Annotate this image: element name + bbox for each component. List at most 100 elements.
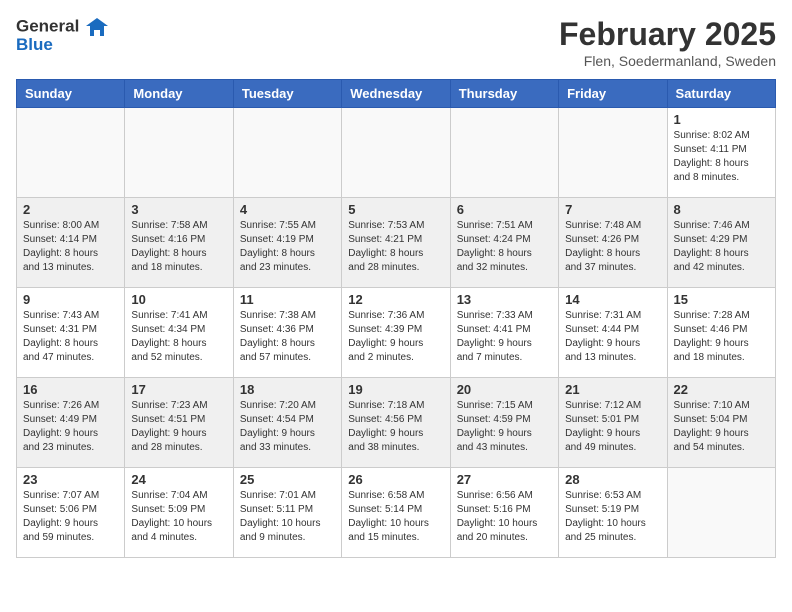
logo-blue: Blue: [16, 36, 108, 55]
logo-bird-icon: [86, 16, 108, 38]
day-number: 23: [23, 472, 118, 487]
calendar-day-cell: 9 Sunrise: 7:43 AM Sunset: 4:31 PM Daylig…: [17, 288, 125, 378]
day-info: Sunrise: 7:48 AM Sunset: 4:26 PM Dayligh…: [565, 219, 660, 275]
calendar-day-cell: 21 Sunrise: 7:12 AM Sunset: 5:01 PM Dayli…: [559, 378, 667, 468]
day-info: Sunrise: 7:51 AM Sunset: 4:24 PM Dayligh…: [457, 219, 552, 275]
day-info: Sunrise: 7:10 AM Sunset: 5:04 PM Dayligh…: [674, 399, 769, 455]
day-info: Sunrise: 7:12 AM Sunset: 5:01 PM Dayligh…: [565, 399, 660, 455]
day-number: 7: [565, 202, 660, 217]
logo: General Blue: [16, 16, 108, 55]
day-info: Sunrise: 7:38 AM Sunset: 4:36 PM Dayligh…: [240, 309, 335, 365]
month-title: February 2025: [559, 16, 776, 53]
calendar-day-cell: 7 Sunrise: 7:48 AM Sunset: 4:26 PM Daylig…: [559, 198, 667, 288]
day-info: Sunrise: 8:00 AM Sunset: 4:14 PM Dayligh…: [23, 219, 118, 275]
calendar-day-cell: 18 Sunrise: 7:20 AM Sunset: 4:54 PM Dayli…: [233, 378, 341, 468]
calendar-day-cell: 4 Sunrise: 7:55 AM Sunset: 4:19 PM Daylig…: [233, 198, 341, 288]
day-number: 6: [457, 202, 552, 217]
day-number: 4: [240, 202, 335, 217]
weekday-header: Saturday: [667, 80, 775, 108]
calendar-day-cell: [559, 108, 667, 198]
calendar-day-cell: 2 Sunrise: 8:00 AM Sunset: 4:14 PM Daylig…: [17, 198, 125, 288]
calendar-day-cell: [17, 108, 125, 198]
day-number: 2: [23, 202, 118, 217]
calendar-week-row: 9 Sunrise: 7:43 AM Sunset: 4:31 PM Daylig…: [17, 288, 776, 378]
calendar-day-cell: 6 Sunrise: 7:51 AM Sunset: 4:24 PM Daylig…: [450, 198, 558, 288]
day-info: Sunrise: 6:56 AM Sunset: 5:16 PM Dayligh…: [457, 489, 552, 545]
calendar-day-cell: 19Sunrise: 7:18 AM Sunset: 4:56 PM Dayli…: [342, 378, 450, 468]
calendar-day-cell: 11Sunrise: 7:38 AM Sunset: 4:36 PM Dayli…: [233, 288, 341, 378]
day-number: 14: [565, 292, 660, 307]
day-number: 28: [565, 472, 660, 487]
calendar-week-row: 2 Sunrise: 8:00 AM Sunset: 4:14 PM Daylig…: [17, 198, 776, 288]
day-number: 17: [131, 382, 226, 397]
day-info: Sunrise: 7:26 AM Sunset: 4:49 PM Dayligh…: [23, 399, 118, 455]
weekday-header: Wednesday: [342, 80, 450, 108]
calendar-week-row: 1 Sunrise: 8:02 AM Sunset: 4:11 PM Daylig…: [17, 108, 776, 198]
calendar-day-cell: 25 Sunrise: 7:01 AM Sunset: 5:11 PM Dayli…: [233, 468, 341, 558]
calendar-day-cell: 13Sunrise: 7:33 AM Sunset: 4:41 PM Dayli…: [450, 288, 558, 378]
day-number: 18: [240, 382, 335, 397]
day-info: Sunrise: 7:53 AM Sunset: 4:21 PM Dayligh…: [348, 219, 443, 275]
calendar-day-cell: 15Sunrise: 7:28 AM Sunset: 4:46 PM Dayli…: [667, 288, 775, 378]
day-number: 21: [565, 382, 660, 397]
day-info: Sunrise: 6:53 AM Sunset: 5:19 PM Dayligh…: [565, 489, 660, 545]
day-number: 5: [348, 202, 443, 217]
day-info: Sunrise: 7:15 AM Sunset: 4:59 PM Dayligh…: [457, 399, 552, 455]
day-number: 26: [348, 472, 443, 487]
weekday-header: Monday: [125, 80, 233, 108]
day-number: 16: [23, 382, 118, 397]
day-number: 22: [674, 382, 769, 397]
day-number: 12: [348, 292, 443, 307]
day-number: 3: [131, 202, 226, 217]
day-info: Sunrise: 7:23 AM Sunset: 4:51 PM Dayligh…: [131, 399, 226, 455]
calendar-day-cell: 1 Sunrise: 8:02 AM Sunset: 4:11 PM Daylig…: [667, 108, 775, 198]
weekday-header-row: SundayMondayTuesdayWednesdayThursdayFrid…: [17, 80, 776, 108]
calendar-day-cell: 12 Sunrise: 7:36 AM Sunset: 4:39 PM Dayli…: [342, 288, 450, 378]
day-number: 20: [457, 382, 552, 397]
weekday-header: Tuesday: [233, 80, 341, 108]
header: General Blue February 2025 Flen, Soederm…: [16, 16, 776, 69]
day-info: Sunrise: 6:58 AM Sunset: 5:14 PM Dayligh…: [348, 489, 443, 545]
calendar-day-cell: 28 Sunrise: 6:53 AM Sunset: 5:19 PM Dayli…: [559, 468, 667, 558]
calendar-day-cell: 27Sunrise: 6:56 AM Sunset: 5:16 PM Dayli…: [450, 468, 558, 558]
calendar-day-cell: [342, 108, 450, 198]
day-number: 9: [23, 292, 118, 307]
weekday-header: Thursday: [450, 80, 558, 108]
calendar-day-cell: [450, 108, 558, 198]
day-number: 13: [457, 292, 552, 307]
day-number: 25: [240, 472, 335, 487]
day-info: Sunrise: 7:01 AM Sunset: 5:11 PM Dayligh…: [240, 489, 335, 545]
day-number: 1: [674, 112, 769, 127]
day-info: Sunrise: 7:20 AM Sunset: 4:54 PM Dayligh…: [240, 399, 335, 455]
calendar-day-cell: 5 Sunrise: 7:53 AM Sunset: 4:21 PM Daylig…: [342, 198, 450, 288]
day-info: Sunrise: 7:43 AM Sunset: 4:31 PM Dayligh…: [23, 309, 118, 365]
day-info: Sunrise: 7:04 AM Sunset: 5:09 PM Dayligh…: [131, 489, 226, 545]
calendar-table: SundayMondayTuesdayWednesdayThursdayFrid…: [16, 79, 776, 558]
day-number: 10: [131, 292, 226, 307]
calendar-day-cell: 10Sunrise: 7:41 AM Sunset: 4:34 PM Dayli…: [125, 288, 233, 378]
calendar-day-cell: [233, 108, 341, 198]
calendar-day-cell: 14 Sunrise: 7:31 AM Sunset: 4:44 PM Dayli…: [559, 288, 667, 378]
calendar-day-cell: 20 Sunrise: 7:15 AM Sunset: 4:59 PM Dayli…: [450, 378, 558, 468]
day-info: Sunrise: 7:31 AM Sunset: 4:44 PM Dayligh…: [565, 309, 660, 365]
calendar-day-cell: 17 Sunrise: 7:23 AM Sunset: 4:51 PM Dayli…: [125, 378, 233, 468]
location-title: Flen, Soedermanland, Sweden: [559, 53, 776, 69]
day-info: Sunrise: 7:28 AM Sunset: 4:46 PM Dayligh…: [674, 309, 769, 365]
calendar-day-cell: [125, 108, 233, 198]
calendar-week-row: 23 Sunrise: 7:07 AM Sunset: 5:06 PM Dayli…: [17, 468, 776, 558]
calendar-day-cell: 26 Sunrise: 6:58 AM Sunset: 5:14 PM Dayli…: [342, 468, 450, 558]
title-area: February 2025 Flen, Soedermanland, Swede…: [559, 16, 776, 69]
calendar-day-cell: 24 Sunrise: 7:04 AM Sunset: 5:09 PM Dayli…: [125, 468, 233, 558]
day-number: 24: [131, 472, 226, 487]
day-info: Sunrise: 7:18 AM Sunset: 4:56 PM Dayligh…: [348, 399, 443, 455]
day-info: Sunrise: 7:46 AM Sunset: 4:29 PM Dayligh…: [674, 219, 769, 275]
day-number: 8: [674, 202, 769, 217]
day-info: Sunrise: 7:36 AM Sunset: 4:39 PM Dayligh…: [348, 309, 443, 365]
day-info: Sunrise: 8:02 AM Sunset: 4:11 PM Dayligh…: [674, 129, 769, 185]
calendar-day-cell: 8 Sunrise: 7:46 AM Sunset: 4:29 PM Daylig…: [667, 198, 775, 288]
calendar-day-cell: 3 Sunrise: 7:58 AM Sunset: 4:16 PM Daylig…: [125, 198, 233, 288]
day-info: Sunrise: 7:07 AM Sunset: 5:06 PM Dayligh…: [23, 489, 118, 545]
calendar-week-row: 16 Sunrise: 7:26 AM Sunset: 4:49 PM Dayli…: [17, 378, 776, 468]
day-info: Sunrise: 7:58 AM Sunset: 4:16 PM Dayligh…: [131, 219, 226, 275]
day-info: Sunrise: 7:55 AM Sunset: 4:19 PM Dayligh…: [240, 219, 335, 275]
